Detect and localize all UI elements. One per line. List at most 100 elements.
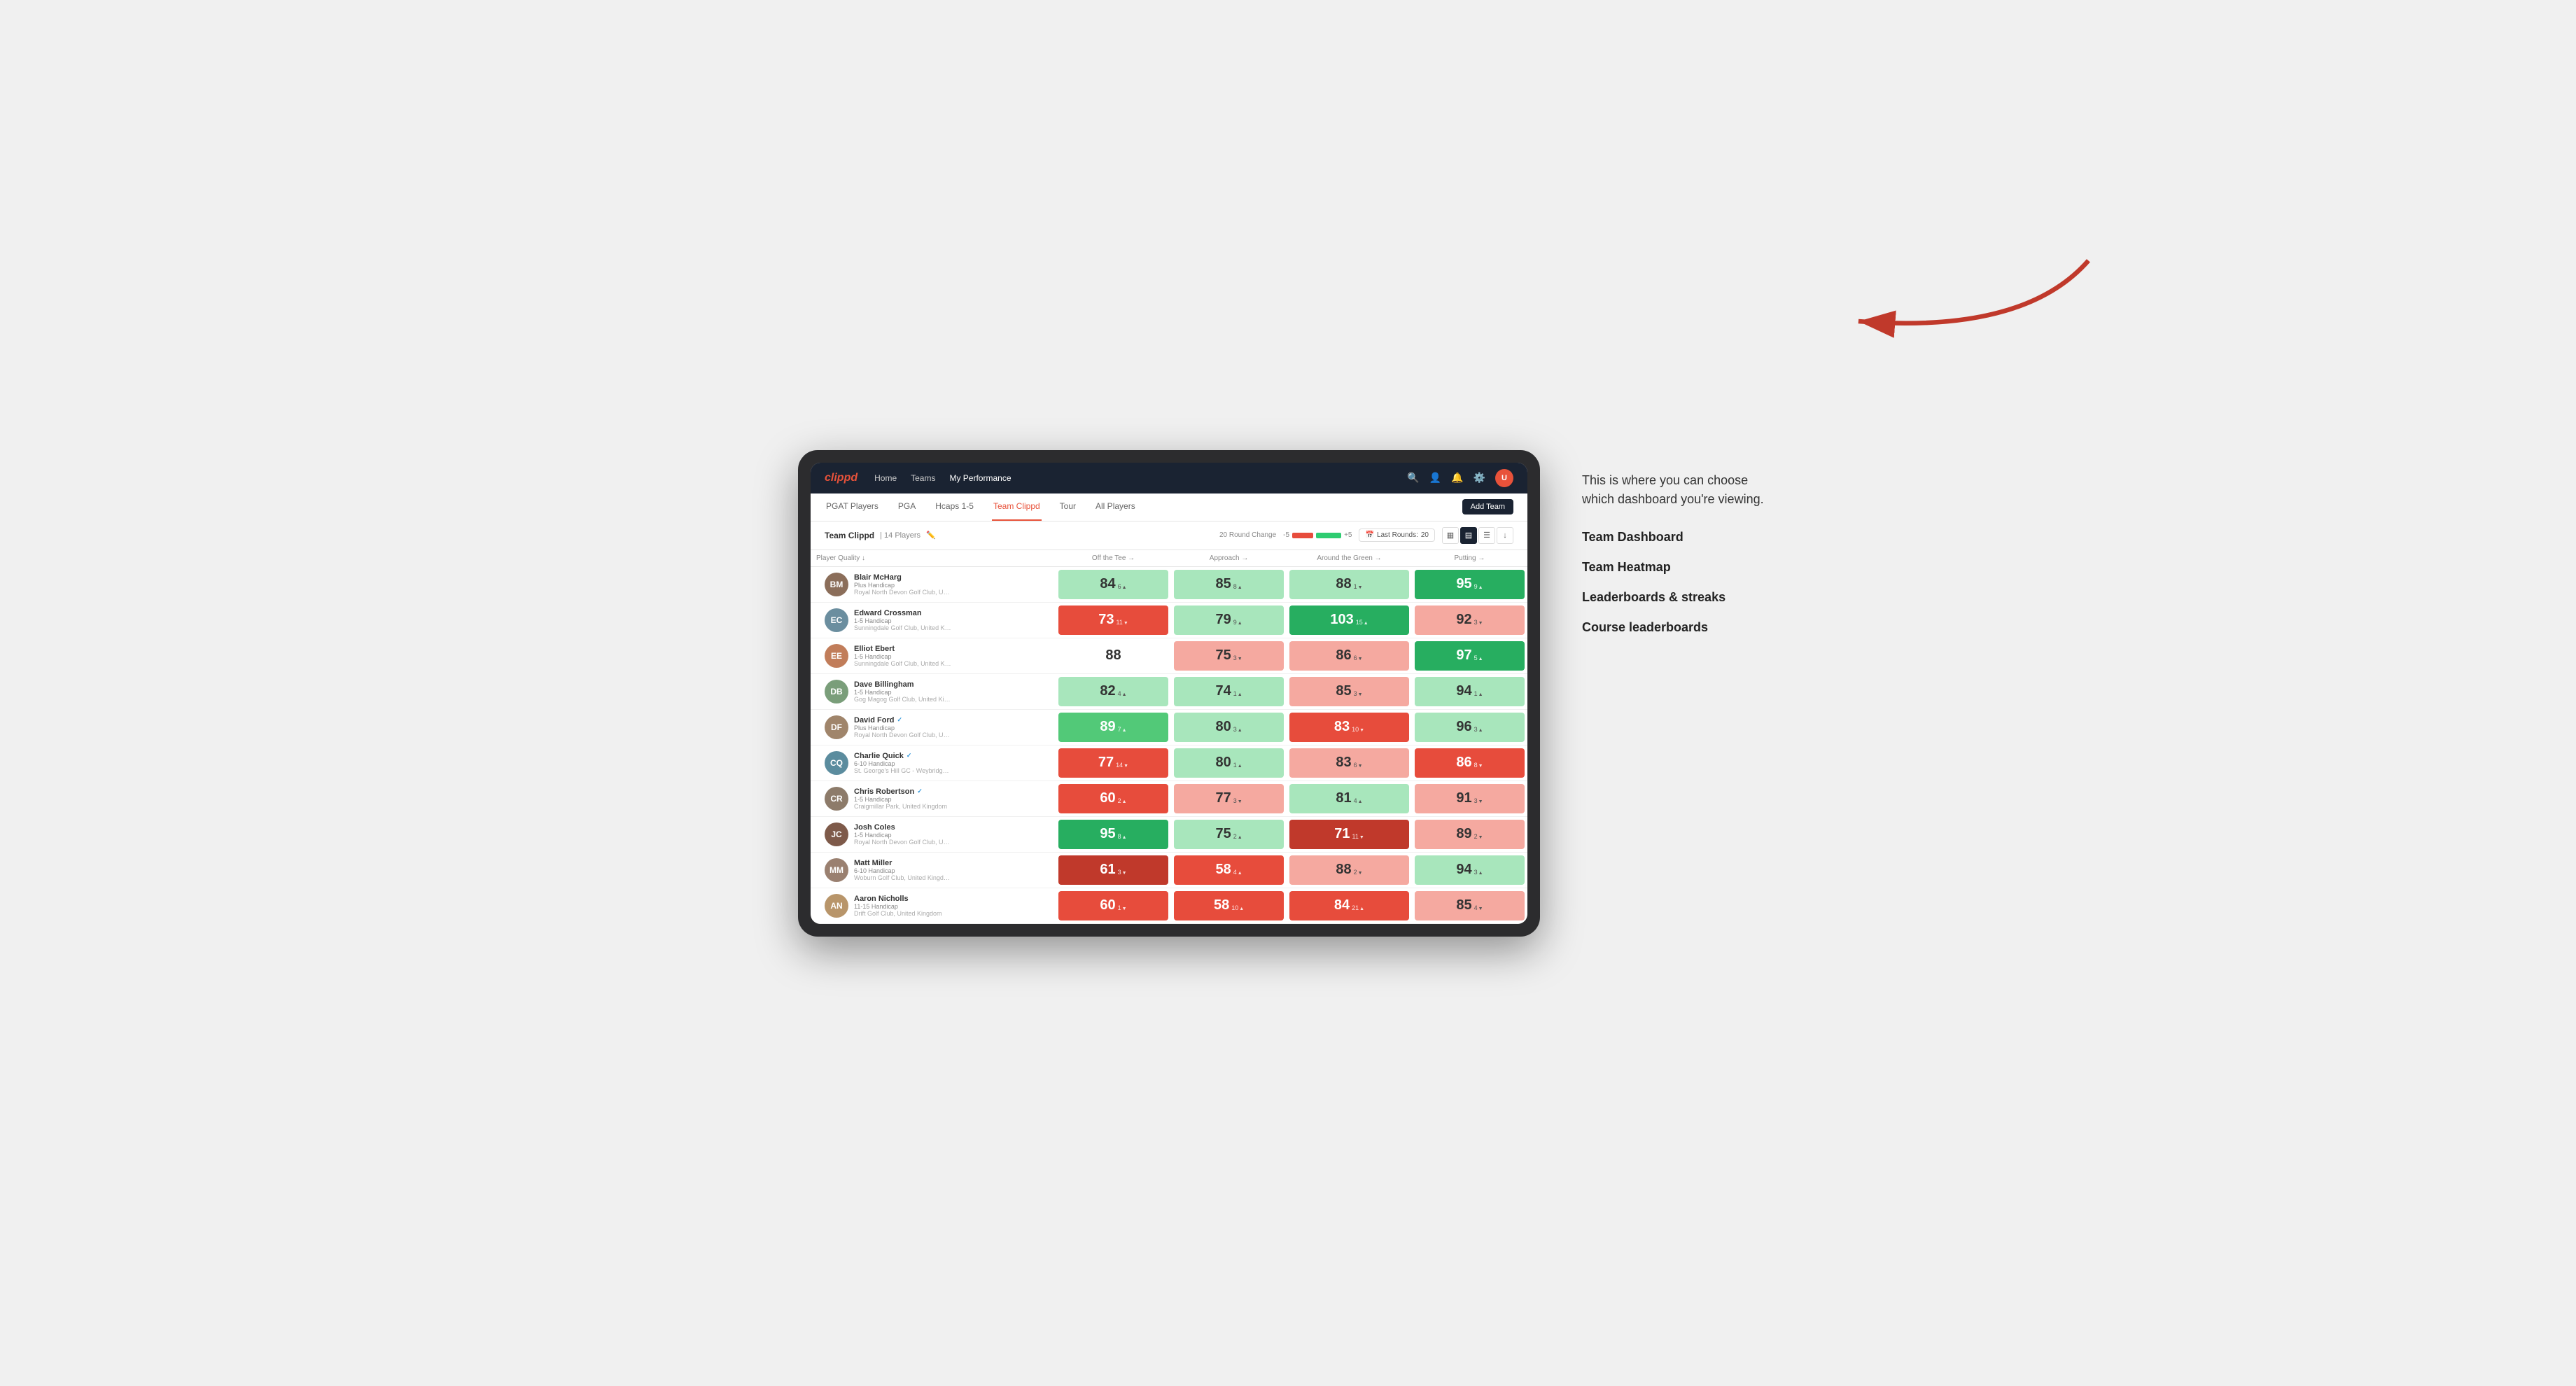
player-cell-1[interactable]: EC Edward Crossman 1-5 Handicap Sunningd… bbox=[811, 602, 1056, 638]
score-cell-approach-0[interactable]: 85 8 bbox=[1171, 566, 1287, 602]
score-cell-off_tee-6[interactable]: 60 2 bbox=[1056, 780, 1171, 816]
arrow-down-icon bbox=[1359, 833, 1364, 840]
col-around-green[interactable]: Around the Green → bbox=[1287, 550, 1412, 567]
score-cell-putting-3[interactable]: 94 1 bbox=[1412, 673, 1527, 709]
arrow-down-icon bbox=[1238, 654, 1242, 662]
player-cell-0[interactable]: BM Blair McHarg Plus Handicap Royal Nort… bbox=[811, 566, 1056, 602]
subnav-all-players[interactable]: All Players bbox=[1094, 493, 1137, 521]
score-cell-putting-9[interactable]: 85 4 bbox=[1412, 888, 1527, 923]
score-cell-off_tee-4[interactable]: 89 7 bbox=[1056, 709, 1171, 745]
score-cell-around_green-3[interactable]: 85 3 bbox=[1287, 673, 1412, 709]
score-change: 6 bbox=[1354, 650, 1363, 662]
score-cell-off_tee-0[interactable]: 84 6 bbox=[1056, 566, 1171, 602]
player-name: Elliot Ebert bbox=[854, 645, 952, 653]
score-cell-off_tee-3[interactable]: 82 4 bbox=[1056, 673, 1171, 709]
score-change: 3 bbox=[1474, 615, 1483, 626]
bell-icon[interactable]: 🔔 bbox=[1451, 472, 1463, 484]
view-download-button[interactable]: ↓ bbox=[1497, 527, 1513, 544]
score-change: 1 bbox=[1118, 900, 1127, 911]
score-cell-approach-7[interactable]: 75 2 bbox=[1171, 816, 1287, 852]
score-cell-approach-1[interactable]: 79 9 bbox=[1171, 602, 1287, 638]
score-box: 92 3 bbox=[1415, 606, 1525, 635]
round-change-label: 20 Round Change bbox=[1219, 531, 1276, 539]
player-avatar: EE bbox=[825, 644, 848, 668]
col-putting[interactable]: Putting → bbox=[1412, 550, 1527, 567]
score-value: 58 bbox=[1214, 897, 1229, 913]
score-cell-around_green-2[interactable]: 86 6 bbox=[1287, 638, 1412, 673]
player-cell-7[interactable]: JC Josh Coles 1-5 Handicap Royal North D… bbox=[811, 816, 1056, 852]
settings-icon[interactable]: ⚙️ bbox=[1474, 472, 1485, 484]
score-cell-off_tee-9[interactable]: 60 1 bbox=[1056, 888, 1171, 923]
subnav-hcaps[interactable]: Hcaps 1-5 bbox=[934, 493, 975, 521]
subnav-pga[interactable]: PGA bbox=[897, 493, 917, 521]
score-cell-off_tee-7[interactable]: 95 8 bbox=[1056, 816, 1171, 852]
score-box: 94 1 bbox=[1415, 677, 1525, 706]
view-list-button[interactable]: ☰ bbox=[1478, 527, 1495, 544]
score-cell-off_tee-1[interactable]: 73 11 bbox=[1056, 602, 1171, 638]
player-name: Matt Miller bbox=[854, 859, 952, 867]
subnav-pgat[interactable]: PGAT Players bbox=[825, 493, 880, 521]
player-cell-4[interactable]: DF David Ford ✓ Plus Handicap Royal Nort… bbox=[811, 709, 1056, 745]
add-team-button[interactable]: Add Team bbox=[1462, 499, 1513, 514]
score-cell-approach-9[interactable]: 58 10 bbox=[1171, 888, 1287, 923]
view-grid-button[interactable]: ▦ bbox=[1442, 527, 1459, 544]
score-cell-around_green-0[interactable]: 88 1 bbox=[1287, 566, 1412, 602]
tablet-screen: clippd Home Teams My Performance 🔍 👤 🔔 ⚙… bbox=[811, 463, 1527, 924]
score-cell-putting-0[interactable]: 95 9 bbox=[1412, 566, 1527, 602]
score-cell-approach-5[interactable]: 80 1 bbox=[1171, 745, 1287, 780]
arrow-up-icon bbox=[1122, 583, 1127, 590]
score-cell-around_green-8[interactable]: 88 2 bbox=[1287, 852, 1412, 888]
score-cell-around_green-5[interactable]: 83 6 bbox=[1287, 745, 1412, 780]
user-avatar[interactable]: U bbox=[1495, 469, 1513, 487]
player-handicap: Plus Handicap bbox=[854, 582, 952, 589]
score-value: 74 bbox=[1215, 683, 1231, 699]
score-cell-putting-7[interactable]: 89 2 bbox=[1412, 816, 1527, 852]
player-cell-6[interactable]: CR Chris Robertson ✓ 1-5 Handicap Craigm… bbox=[811, 780, 1056, 816]
score-cell-approach-6[interactable]: 77 3 bbox=[1171, 780, 1287, 816]
subnav-team-clippd[interactable]: Team Clippd bbox=[992, 493, 1042, 521]
score-change: 15 bbox=[1356, 615, 1368, 626]
score-cell-putting-6[interactable]: 91 3 bbox=[1412, 780, 1527, 816]
score-cell-putting-8[interactable]: 94 3 bbox=[1412, 852, 1527, 888]
person-icon[interactable]: 👤 bbox=[1429, 472, 1441, 484]
score-cell-approach-8[interactable]: 58 4 bbox=[1171, 852, 1287, 888]
score-cell-off_tee-8[interactable]: 61 3 bbox=[1056, 852, 1171, 888]
search-icon[interactable]: 🔍 bbox=[1407, 472, 1419, 484]
score-cell-approach-2[interactable]: 75 3 bbox=[1171, 638, 1287, 673]
team-name: Team Clippd bbox=[825, 531, 874, 540]
edit-icon[interactable]: ✏️ bbox=[926, 531, 936, 540]
player-cell-9[interactable]: AN Aaron Nicholls 11-15 Handicap Drift G… bbox=[811, 888, 1056, 923]
score-value: 88 bbox=[1336, 576, 1351, 592]
annotation-item-1: Team Heatmap bbox=[1582, 560, 1778, 575]
col-approach[interactable]: Approach → bbox=[1171, 550, 1287, 567]
annotation-item-3: Course leaderboards bbox=[1582, 620, 1778, 635]
score-cell-around_green-7[interactable]: 71 11 bbox=[1287, 816, 1412, 852]
score-cell-around_green-1[interactable]: 103 15 bbox=[1287, 602, 1412, 638]
nav-my-performance[interactable]: My Performance bbox=[949, 473, 1011, 483]
score-cell-around_green-9[interactable]: 84 21 bbox=[1287, 888, 1412, 923]
last-rounds-button[interactable]: 📅 Last Rounds: 20 bbox=[1359, 528, 1435, 542]
score-change: 10 bbox=[1231, 900, 1244, 911]
score-cell-putting-2[interactable]: 97 5 bbox=[1412, 638, 1527, 673]
score-cell-approach-4[interactable]: 80 3 bbox=[1171, 709, 1287, 745]
nav-home[interactable]: Home bbox=[874, 473, 897, 483]
player-cell-3[interactable]: DB Dave Billingham 1-5 Handicap Gog Mago… bbox=[811, 673, 1056, 709]
player-cell-2[interactable]: EE Elliot Ebert 1-5 Handicap Sunningdale… bbox=[811, 638, 1056, 673]
col-player-quality[interactable]: Player Quality ↓ bbox=[811, 550, 1056, 567]
nav-teams[interactable]: Teams bbox=[911, 473, 935, 483]
score-cell-approach-3[interactable]: 74 1 bbox=[1171, 673, 1287, 709]
score-cell-around_green-4[interactable]: 83 10 bbox=[1287, 709, 1412, 745]
col-off-tee[interactable]: Off the Tee → bbox=[1056, 550, 1171, 567]
score-cell-putting-1[interactable]: 92 3 bbox=[1412, 602, 1527, 638]
view-table-button[interactable]: ▤ bbox=[1460, 527, 1477, 544]
score-cell-off_tee-5[interactable]: 77 14 bbox=[1056, 745, 1171, 780]
score-cell-around_green-6[interactable]: 81 4 bbox=[1287, 780, 1412, 816]
score-cell-putting-4[interactable]: 96 3 bbox=[1412, 709, 1527, 745]
score-cell-off_tee-2[interactable]: 88 bbox=[1056, 638, 1171, 673]
player-cell-5[interactable]: CQ Charlie Quick ✓ 6-10 Handicap St. Geo… bbox=[811, 745, 1056, 780]
subnav-tour[interactable]: Tour bbox=[1058, 493, 1077, 521]
score-cell-putting-5[interactable]: 86 8 bbox=[1412, 745, 1527, 780]
score-change: 3 bbox=[1118, 864, 1127, 876]
player-cell-8[interactable]: MM Matt Miller 6-10 Handicap Woburn Golf… bbox=[811, 852, 1056, 888]
last-rounds-value: 20 bbox=[1421, 531, 1429, 539]
